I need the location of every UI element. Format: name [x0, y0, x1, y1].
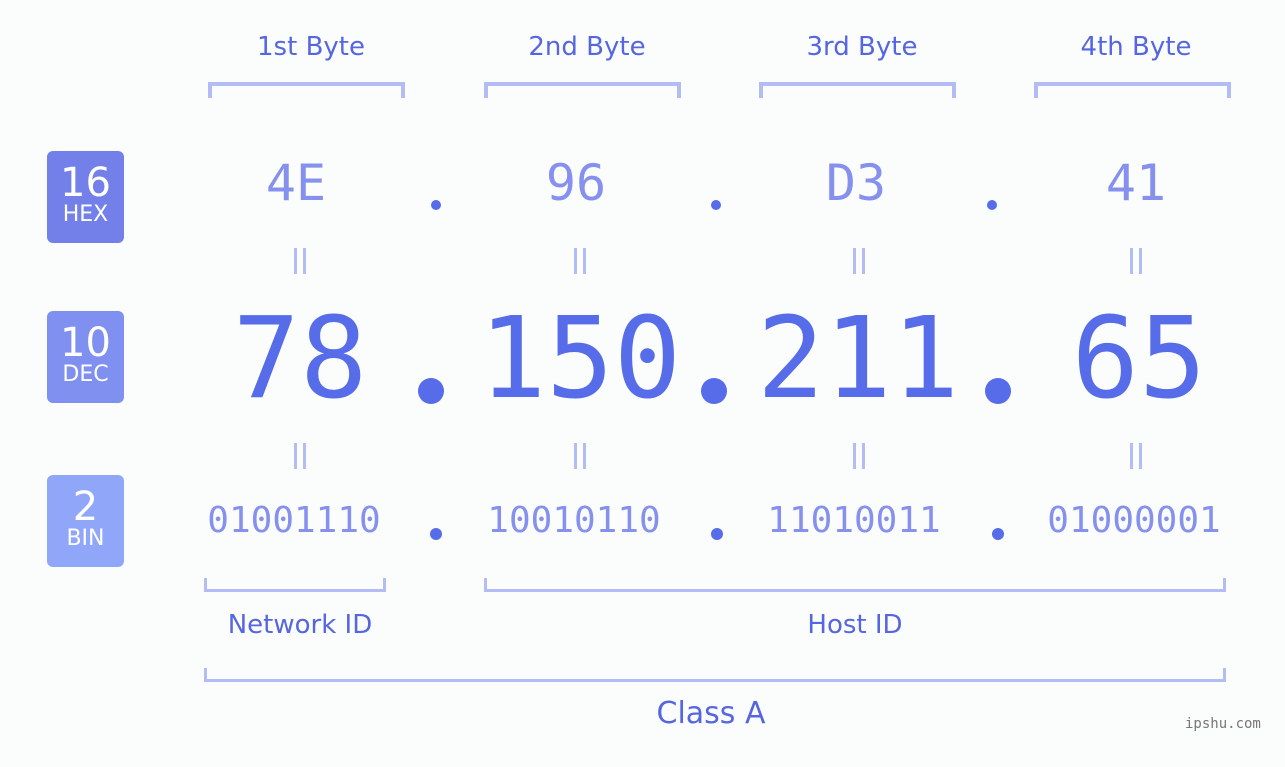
- byte-bracket-4: [1034, 82, 1231, 98]
- dec-octet-2: 150: [478, 294, 682, 424]
- equals-icon: [572, 248, 588, 274]
- bin-base-label: BIN: [66, 526, 105, 551]
- hex-base-label: HEX: [62, 202, 109, 227]
- hex-octet-4: 41: [1105, 154, 1167, 212]
- dec-badge: 10 DEC: [47, 311, 124, 403]
- dec-dot-1: [418, 378, 444, 404]
- class-label: Class A: [656, 696, 766, 731]
- hex-dot-2: [711, 200, 721, 210]
- bin-dot-3: [992, 528, 1004, 540]
- bin-octet-4: 01000001: [1047, 500, 1221, 541]
- byte-bracket-1: [208, 82, 405, 98]
- equals-icon: [292, 248, 308, 274]
- dec-octet-1: 78: [232, 294, 368, 424]
- dec-dot-2: [701, 378, 727, 404]
- host-id-label: Host ID: [807, 610, 903, 640]
- bin-dot-2: [711, 528, 723, 540]
- dec-base-label: DEC: [62, 362, 109, 387]
- hex-octet-1: 4E: [265, 154, 327, 212]
- bin-dot-1: [430, 528, 442, 540]
- network-id-bracket: [204, 578, 386, 592]
- bin-base-number: 2: [72, 484, 99, 530]
- bin-badge: 2 BIN: [47, 475, 124, 567]
- dec-octet-4: 65: [1071, 294, 1207, 424]
- host-id-bracket: [484, 578, 1226, 592]
- hex-badge: 16 HEX: [47, 151, 124, 243]
- hex-dot-3: [987, 200, 997, 210]
- byte-label-1: 1st Byte: [257, 32, 365, 62]
- dec-base-number: 10: [60, 320, 111, 366]
- bin-octet-2: 10010110: [487, 500, 661, 541]
- byte-label-2: 2nd Byte: [528, 32, 646, 62]
- hex-octet-2: 96: [545, 154, 607, 212]
- network-id-label: Network ID: [227, 610, 373, 640]
- bin-octet-3: 11010011: [767, 500, 941, 541]
- equals-icon: [572, 443, 588, 469]
- byte-bracket-3: [759, 82, 956, 98]
- equals-icon: [851, 443, 867, 469]
- byte-label-3: 3rd Byte: [806, 32, 918, 62]
- equals-icon: [1128, 443, 1144, 469]
- equals-icon: [1128, 248, 1144, 274]
- equals-icon: [851, 248, 867, 274]
- dec-dot-3: [985, 378, 1011, 404]
- watermark: ipshu.com: [1185, 716, 1261, 732]
- byte-bracket-2: [484, 82, 681, 98]
- hex-dot-1: [431, 200, 441, 210]
- hex-base-number: 16: [60, 160, 111, 206]
- hex-octet-3: D3: [825, 154, 887, 212]
- class-bracket: [204, 668, 1226, 682]
- bin-octet-1: 01001110: [207, 500, 381, 541]
- dec-octet-3: 211: [756, 294, 960, 424]
- equals-icon: [292, 443, 308, 469]
- byte-label-4: 4th Byte: [1080, 32, 1192, 62]
